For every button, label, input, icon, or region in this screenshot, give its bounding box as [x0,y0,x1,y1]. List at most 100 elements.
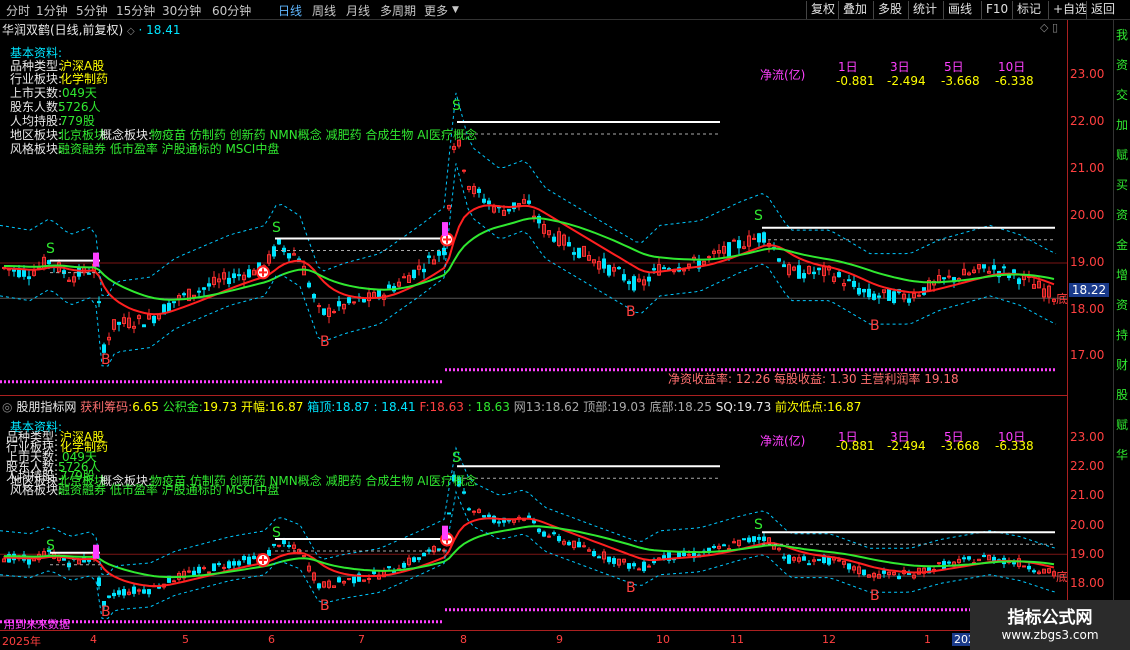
price-tick: 23.00 [1070,67,1105,81]
candle-body [817,558,821,561]
candle-body [347,297,351,304]
chevron-down-icon[interactable]: ▼ [452,5,459,15]
period-fenshi[interactable]: 分时 [6,2,30,19]
candle-body [117,590,121,595]
ind-label-f: F: [419,400,430,414]
candle-body [947,275,951,278]
candle-body [857,287,861,295]
candle-body [882,570,886,574]
candle-body [597,556,601,559]
net-flow-5d: -3.668 [941,74,980,88]
price-tick: 21.00 [1070,488,1105,502]
candle-body [282,247,286,253]
candle-body [862,569,866,576]
candle-body [402,562,406,568]
candle-body [142,589,146,594]
candle-body [892,291,896,304]
candle-body [877,295,881,298]
candle-body [782,556,786,559]
kline-chart[interactable] [0,20,1067,630]
net-flow-3d: -2.494 [887,439,926,453]
candle-body [602,258,606,269]
gear-icon[interactable]: ◎ [2,400,12,414]
candle-body [757,537,761,540]
candle-body [247,269,251,278]
candle-body [567,541,571,546]
candle-body [222,566,226,569]
candle-body [347,577,351,580]
candle-body [742,538,746,541]
period-30min[interactable]: 30分钟 [162,2,201,19]
buy-signal: B [626,580,636,596]
f10-button[interactable]: F10 [981,1,1012,19]
price-tick: 17.00 [1070,348,1105,362]
fuquan-button[interactable]: 复权 [806,1,839,19]
indicator-name[interactable]: 股朋指标网 [16,400,76,414]
buy-signal: B [870,588,880,604]
candle-body [172,580,176,583]
side-info-strip[interactable]: 我资交加赋买资金增资持财股赋华 [1113,20,1130,630]
month-label: 9 [556,633,563,646]
sell-signal: S [46,241,55,257]
candle-body [437,548,441,551]
period-60min[interactable]: 60分钟 [212,2,251,19]
candle-body [1022,565,1026,568]
buy-signal: B [626,304,636,320]
candle-body [337,301,341,307]
period-15min[interactable]: 15分钟 [116,2,155,19]
sell-signal: S [754,517,763,533]
candle-body [897,575,901,580]
period-weekly[interactable]: 周线 [312,2,336,19]
net-flow-1d: -0.881 [836,439,875,453]
price-axis[interactable] [1067,20,1113,630]
candle-body [207,571,211,574]
period-more[interactable]: 更多 [424,2,448,19]
date-axis[interactable]: 2025年 4 5 6 7 8 9 10 11 12 1 202 [0,630,1067,650]
ind-value-f2: : 18.63 [467,400,510,414]
stats-button[interactable]: 统计 [908,1,941,19]
net-flow-header-5d: 5日 [944,60,964,74]
ind-label-top: 顶部: [583,400,612,414]
overlay-button[interactable]: 叠加 [838,1,871,19]
ind-label-open: 开幅: [240,400,270,414]
sell-signal: S [46,538,55,554]
candle-body [482,198,486,203]
candle-body [412,557,416,562]
candle-body [627,281,631,285]
mark-button[interactable]: 标记 [1012,1,1045,19]
candle-body [982,264,986,269]
multi-stock-button[interactable]: 多股 [873,1,906,19]
chevron-down-icon[interactable]: ◇ [127,26,135,37]
add-watchlist-button[interactable]: +自选 [1048,1,1091,19]
candle-body [497,521,501,524]
candle-body [362,298,366,303]
back-button[interactable]: 返回 [1086,1,1119,19]
buy-signal: B [320,334,330,350]
candle-body [272,543,276,546]
pane-separator[interactable] [0,395,1067,396]
candle-body [352,301,356,304]
period-5min[interactable]: 5分钟 [76,2,108,19]
ind-label-profit: 获利筹码: [80,400,133,414]
pane-controls[interactable]: ◇ ▯ [1040,21,1058,34]
candle-body [157,586,161,589]
period-1min[interactable]: 1分钟 [36,2,68,19]
candle-body [307,282,311,288]
candle-body [577,247,581,258]
candle-body [322,308,326,315]
buy-signal: B [101,352,111,368]
draw-line-button[interactable]: 画线 [943,1,976,19]
stock-title: 华润双鹤(日线,前复权) [2,23,124,37]
period-daily[interactable]: 日线 [278,2,302,19]
candle-body [277,238,281,245]
period-multi[interactable]: 多周期 [380,2,416,19]
candle-body [632,276,636,291]
candle-body [732,239,736,242]
candle-body [727,242,731,257]
period-monthly[interactable]: 月线 [346,2,370,19]
candle-body [867,288,871,298]
candle-body [947,561,951,564]
candle-body [1002,266,1006,269]
month-label: 11 [730,633,744,646]
candle-body [367,578,371,581]
